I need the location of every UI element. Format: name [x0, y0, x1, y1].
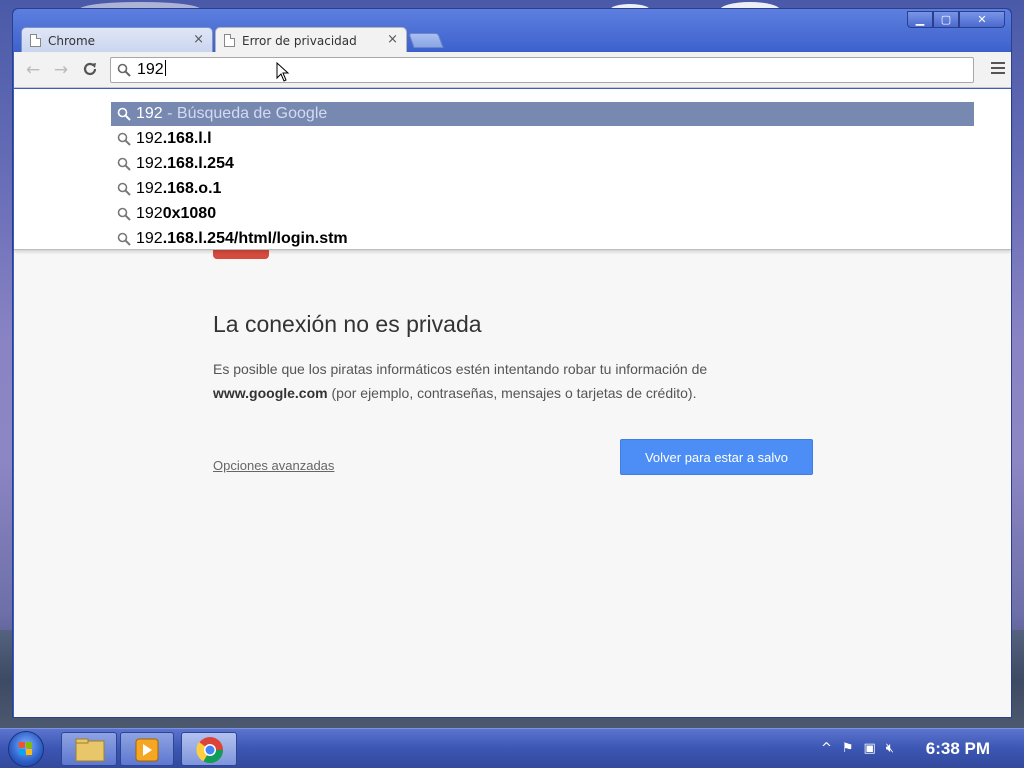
- folder-icon: [75, 738, 105, 762]
- chrome-icon: [196, 737, 224, 764]
- windows-logo-icon: [19, 742, 32, 755]
- tab-label: Chrome: [48, 33, 96, 48]
- suggestion-item[interactable]: 192 - Búsqueda de Google: [111, 102, 974, 126]
- network-icon[interactable]: ▣: [864, 741, 876, 756]
- suggestion-prefix: 192: [136, 105, 163, 122]
- omnibox-input[interactable]: 192: [110, 57, 974, 83]
- suggestion-description: - Búsqueda de Google: [162, 105, 328, 122]
- error-title: La conexión no es privada: [213, 311, 482, 337]
- window-controls: ▁ ▢ ✕: [907, 11, 1005, 28]
- search-icon: [117, 207, 131, 221]
- action-center-flag-icon[interactable]: ⚑: [842, 741, 854, 756]
- back-to-safety-button[interactable]: Volver para estar a salvo: [620, 439, 813, 475]
- search-icon: [117, 182, 131, 196]
- back-arrow-icon[interactable]: ←: [23, 60, 43, 80]
- page-icon: [224, 34, 235, 47]
- tab-error-de-privacidad[interactable]: Error de privacidad ×: [215, 27, 407, 54]
- suggestion-prefix: 192: [136, 130, 163, 147]
- error-description: Es posible que los piratas informáticos …: [213, 357, 773, 405]
- suggestion-prefix: 192: [136, 205, 163, 222]
- forward-arrow-icon[interactable]: →: [51, 60, 71, 80]
- suggestion-item[interactable]: 192.168.l.l: [111, 127, 974, 151]
- omnibox-suggestions: 192 - Búsqueda de Google 192.168.l.l 192.1…: [14, 89, 1011, 250]
- mouse-cursor-icon: [276, 62, 290, 82]
- suggestion-completion: .168.l.254: [162, 155, 234, 172]
- suggestion-item[interactable]: 1920x1080: [111, 202, 974, 226]
- volume-muted-icon[interactable]: 🔇︎: [886, 741, 894, 756]
- browser-window: ▁ ▢ ✕ Chrome × Error de privacidad × ← →…: [12, 8, 1012, 718]
- search-icon: [117, 232, 131, 246]
- tab-chrome[interactable]: Chrome ×: [21, 27, 213, 53]
- error-text-part: Es posible que los piratas informáticos …: [213, 361, 708, 377]
- search-icon: [117, 63, 131, 77]
- close-button[interactable]: ✕: [959, 11, 1005, 28]
- system-tray: ^ ⚑ ▣ 🔇︎: [821, 741, 894, 756]
- search-icon: [117, 157, 131, 171]
- suggestion-completion: .168.l.l: [162, 130, 212, 147]
- reload-icon[interactable]: [80, 60, 100, 80]
- tab-label: Error de privacidad: [242, 34, 357, 48]
- suggestion-prefix: 192: [136, 230, 163, 247]
- error-text-part: (por ejemplo, contraseñas, mensajes o ta…: [327, 385, 697, 401]
- search-icon: [117, 107, 131, 121]
- show-hidden-icons[interactable]: ^: [821, 741, 832, 756]
- suggestion-completion: .168.l.254/html/login.stm: [162, 230, 348, 247]
- tab-close-icon[interactable]: ×: [193, 32, 204, 47]
- browser-toolbar: ← → 192: [14, 52, 1011, 88]
- suggestion-completion: .168.o.1: [162, 180, 222, 197]
- suggestion-prefix: 192: [136, 155, 163, 172]
- taskbar-media-player[interactable]: [120, 732, 174, 766]
- taskbar-clock[interactable]: 6:38 PM: [926, 739, 990, 759]
- search-icon: [117, 132, 131, 146]
- new-tab-button[interactable]: [408, 33, 444, 48]
- advanced-options-link[interactable]: Opciones avanzadas: [213, 458, 334, 473]
- suggestion-item[interactable]: 192.168.o.1: [111, 177, 974, 201]
- suggestion-item[interactable]: 192.168.l.254/html/login.stm: [111, 227, 974, 251]
- suggestion-item[interactable]: 192.168.l.254: [111, 152, 974, 176]
- page-icon: [30, 34, 41, 47]
- minimize-button[interactable]: ▁: [907, 11, 933, 28]
- omnibox-text: 192: [137, 61, 164, 78]
- tab-close-icon[interactable]: ×: [387, 32, 398, 47]
- suggestion-prefix: 192: [136, 180, 163, 197]
- chrome-menu-icon[interactable]: [991, 62, 1005, 76]
- error-domain: www.google.com: [213, 385, 328, 401]
- taskbar-explorer[interactable]: [61, 732, 117, 766]
- taskbar: ^ ⚑ ▣ 🔇︎ 6:38 PM: [0, 728, 1024, 768]
- taskbar-chrome[interactable]: [181, 732, 237, 766]
- start-button[interactable]: [8, 731, 44, 767]
- text-caret: [164, 60, 166, 76]
- maximize-button[interactable]: ▢: [933, 11, 959, 28]
- suggestion-completion: 0x1080: [162, 205, 217, 222]
- media-player-icon: [135, 738, 159, 762]
